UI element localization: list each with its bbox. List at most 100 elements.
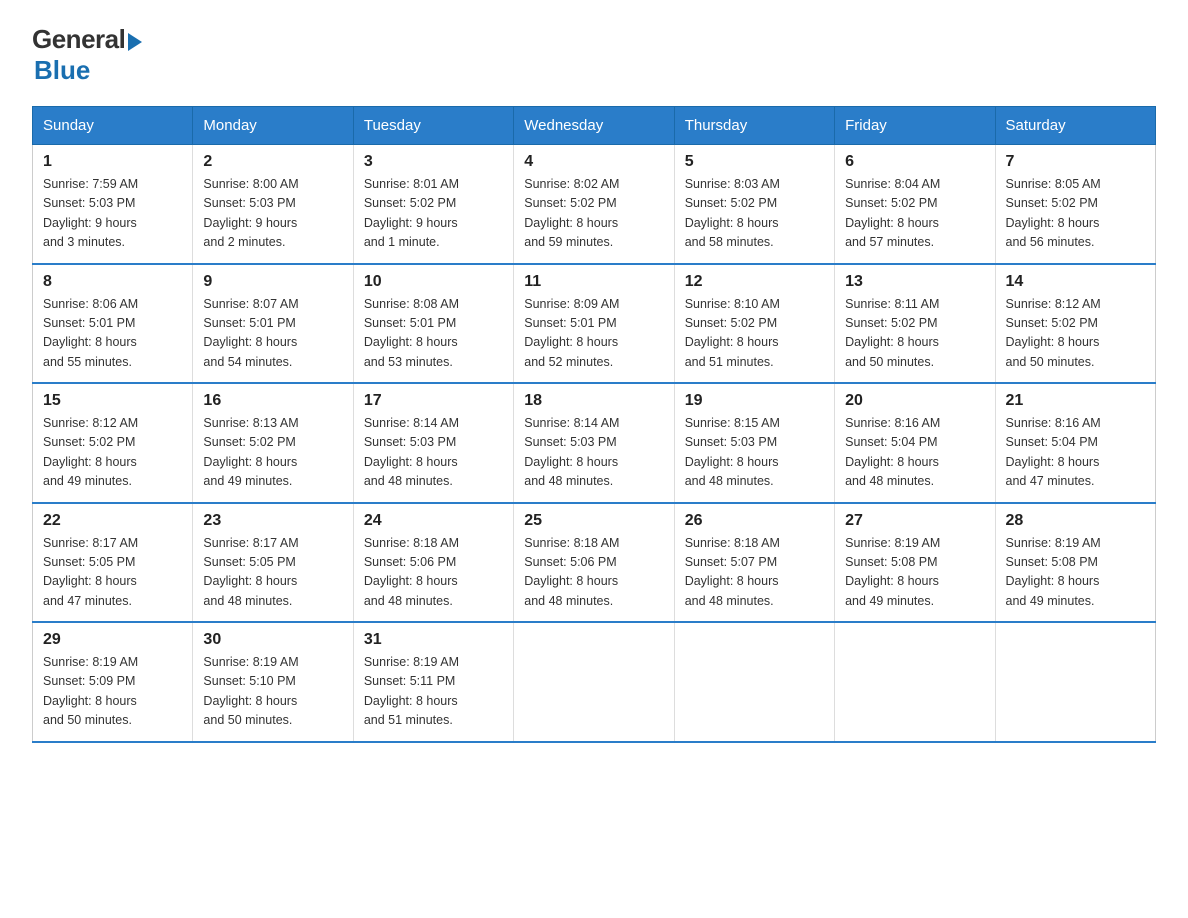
week-row-2: 8 Sunrise: 8:06 AMSunset: 5:01 PMDaylight… <box>33 264 1156 384</box>
day-number: 18 <box>524 392 663 410</box>
day-info: Sunrise: 8:00 AMSunset: 5:03 PMDaylight:… <box>203 175 342 253</box>
calendar-cell <box>514 622 674 742</box>
calendar-cell: 13Sunrise: 8:11 AMSunset: 5:02 PMDayligh… <box>835 264 995 384</box>
weekday-header-row: SundayMondayTuesdayWednesdayThursdayFrid… <box>33 107 1156 145</box>
calendar-cell: 10 Sunrise: 8:08 AMSunset: 5:01 PMDayligh… <box>353 264 513 384</box>
calendar-cell: 15 Sunrise: 8:12 AMSunset: 5:02 PMDayligh… <box>33 383 193 503</box>
day-info: Sunrise: 8:17 AMSunset: 5:05 PMDaylight:… <box>43 534 182 612</box>
day-info: Sunrise: 8:06 AMSunset: 5:01 PMDaylight:… <box>43 295 182 373</box>
logo-general-text: General <box>32 24 125 55</box>
day-number: 15 <box>43 392 182 410</box>
day-number: 25 <box>524 512 663 530</box>
calendar-cell <box>674 622 834 742</box>
calendar-cell <box>995 622 1155 742</box>
day-info: Sunrise: 8:03 AMSunset: 5:02 PMDaylight:… <box>685 175 824 253</box>
day-number: 24 <box>364 512 503 530</box>
logo-blue-text: Blue <box>34 55 90 85</box>
day-number: 28 <box>1006 512 1145 530</box>
day-info: Sunrise: 8:16 AMSunset: 5:04 PMDaylight:… <box>1006 414 1145 492</box>
day-number: 1 <box>43 153 182 171</box>
day-number: 4 <box>524 153 663 171</box>
day-info: Sunrise: 8:07 AMSunset: 5:01 PMDaylight:… <box>203 295 342 373</box>
calendar-cell: 19Sunrise: 8:15 AMSunset: 5:03 PMDayligh… <box>674 383 834 503</box>
day-info: Sunrise: 8:01 AMSunset: 5:02 PMDaylight:… <box>364 175 503 253</box>
calendar-cell: 17Sunrise: 8:14 AMSunset: 5:03 PMDayligh… <box>353 383 513 503</box>
day-info: Sunrise: 8:05 AMSunset: 5:02 PMDaylight:… <box>1006 175 1145 253</box>
day-info: Sunrise: 8:14 AMSunset: 5:03 PMDaylight:… <box>364 414 503 492</box>
day-number: 19 <box>685 392 824 410</box>
day-number: 2 <box>203 153 342 171</box>
calendar-cell: 27 Sunrise: 8:19 AMSunset: 5:08 PMDayligh… <box>835 503 995 623</box>
day-number: 6 <box>845 153 984 171</box>
day-info: Sunrise: 8:19 AMSunset: 5:08 PMDaylight:… <box>845 534 984 612</box>
day-number: 22 <box>43 512 182 530</box>
day-number: 5 <box>685 153 824 171</box>
calendar-cell: 4 Sunrise: 8:02 AMSunset: 5:02 PMDaylight… <box>514 145 674 264</box>
day-number: 7 <box>1006 153 1145 171</box>
calendar-cell: 20Sunrise: 8:16 AMSunset: 5:04 PMDayligh… <box>835 383 995 503</box>
day-info: Sunrise: 8:18 AMSunset: 5:07 PMDaylight:… <box>685 534 824 612</box>
calendar-cell: 18 Sunrise: 8:14 AMSunset: 5:03 PMDayligh… <box>514 383 674 503</box>
day-info: Sunrise: 8:04 AMSunset: 5:02 PMDaylight:… <box>845 175 984 253</box>
day-info: Sunrise: 8:12 AMSunset: 5:02 PMDaylight:… <box>43 414 182 492</box>
calendar-cell: 21 Sunrise: 8:16 AMSunset: 5:04 PMDayligh… <box>995 383 1155 503</box>
day-number: 29 <box>43 631 182 649</box>
day-number: 12 <box>685 273 824 291</box>
calendar-cell: 22 Sunrise: 8:17 AMSunset: 5:05 PMDayligh… <box>33 503 193 623</box>
calendar-cell: 16Sunrise: 8:13 AMSunset: 5:02 PMDayligh… <box>193 383 353 503</box>
calendar-cell: 7 Sunrise: 8:05 AMSunset: 5:02 PMDaylight… <box>995 145 1155 264</box>
day-info: Sunrise: 8:12 AMSunset: 5:02 PMDaylight:… <box>1006 295 1145 373</box>
calendar-cell: 26 Sunrise: 8:18 AMSunset: 5:07 PMDayligh… <box>674 503 834 623</box>
day-number: 30 <box>203 631 342 649</box>
day-info: Sunrise: 8:02 AMSunset: 5:02 PMDaylight:… <box>524 175 663 253</box>
week-row-4: 22 Sunrise: 8:17 AMSunset: 5:05 PMDayligh… <box>33 503 1156 623</box>
calendar-cell: 2 Sunrise: 8:00 AMSunset: 5:03 PMDaylight… <box>193 145 353 264</box>
day-number: 21 <box>1006 392 1145 410</box>
day-number: 9 <box>203 273 342 291</box>
calendar-cell: 30Sunrise: 8:19 AMSunset: 5:10 PMDayligh… <box>193 622 353 742</box>
day-info: Sunrise: 8:16 AMSunset: 5:04 PMDaylight:… <box>845 414 984 492</box>
day-info: Sunrise: 8:19 AMSunset: 5:08 PMDaylight:… <box>1006 534 1145 612</box>
calendar-cell <box>835 622 995 742</box>
calendar-cell: 14Sunrise: 8:12 AMSunset: 5:02 PMDayligh… <box>995 264 1155 384</box>
calendar-table: SundayMondayTuesdayWednesdayThursdayFrid… <box>32 106 1156 743</box>
logo-blue-line: Blue <box>32 55 90 86</box>
day-info: Sunrise: 7:59 AMSunset: 5:03 PMDaylight:… <box>43 175 182 253</box>
day-info: Sunrise: 8:14 AMSunset: 5:03 PMDaylight:… <box>524 414 663 492</box>
logo-arrow-icon <box>128 33 142 51</box>
day-number: 8 <box>43 273 182 291</box>
calendar-cell: 24Sunrise: 8:18 AMSunset: 5:06 PMDayligh… <box>353 503 513 623</box>
day-number: 11 <box>524 273 663 291</box>
weekday-header-friday: Friday <box>835 107 995 145</box>
calendar-cell: 9 Sunrise: 8:07 AMSunset: 5:01 PMDaylight… <box>193 264 353 384</box>
day-number: 3 <box>364 153 503 171</box>
weekday-header-tuesday: Tuesday <box>353 107 513 145</box>
week-row-3: 15 Sunrise: 8:12 AMSunset: 5:02 PMDayligh… <box>33 383 1156 503</box>
day-info: Sunrise: 8:18 AMSunset: 5:06 PMDaylight:… <box>524 534 663 612</box>
day-number: 10 <box>364 273 503 291</box>
calendar-cell: 23 Sunrise: 8:17 AMSunset: 5:05 PMDayligh… <box>193 503 353 623</box>
day-info: Sunrise: 8:08 AMSunset: 5:01 PMDaylight:… <box>364 295 503 373</box>
day-number: 27 <box>845 512 984 530</box>
calendar-cell: 5 Sunrise: 8:03 AMSunset: 5:02 PMDaylight… <box>674 145 834 264</box>
calendar-cell: 29 Sunrise: 8:19 AMSunset: 5:09 PMDayligh… <box>33 622 193 742</box>
day-info: Sunrise: 8:17 AMSunset: 5:05 PMDaylight:… <box>203 534 342 612</box>
weekday-header-sunday: Sunday <box>33 107 193 145</box>
weekday-header-monday: Monday <box>193 107 353 145</box>
calendar-cell: 25 Sunrise: 8:18 AMSunset: 5:06 PMDayligh… <box>514 503 674 623</box>
day-number: 23 <box>203 512 342 530</box>
logo: General Blue <box>32 24 142 86</box>
day-info: Sunrise: 8:10 AMSunset: 5:02 PMDaylight:… <box>685 295 824 373</box>
day-number: 26 <box>685 512 824 530</box>
day-info: Sunrise: 8:19 AMSunset: 5:09 PMDaylight:… <box>43 653 182 731</box>
day-number: 16 <box>203 392 342 410</box>
week-row-1: 1 Sunrise: 7:59 AMSunset: 5:03 PMDaylight… <box>33 145 1156 264</box>
calendar-cell: 6 Sunrise: 8:04 AMSunset: 5:02 PMDaylight… <box>835 145 995 264</box>
day-info: Sunrise: 8:19 AMSunset: 5:11 PMDaylight:… <box>364 653 503 731</box>
logo-first-line: General <box>32 24 142 55</box>
day-number: 13 <box>845 273 984 291</box>
calendar-cell: 12 Sunrise: 8:10 AMSunset: 5:02 PMDayligh… <box>674 264 834 384</box>
weekday-header-thursday: Thursday <box>674 107 834 145</box>
calendar-cell: 28 Sunrise: 8:19 AMSunset: 5:08 PMDayligh… <box>995 503 1155 623</box>
day-number: 31 <box>364 631 503 649</box>
